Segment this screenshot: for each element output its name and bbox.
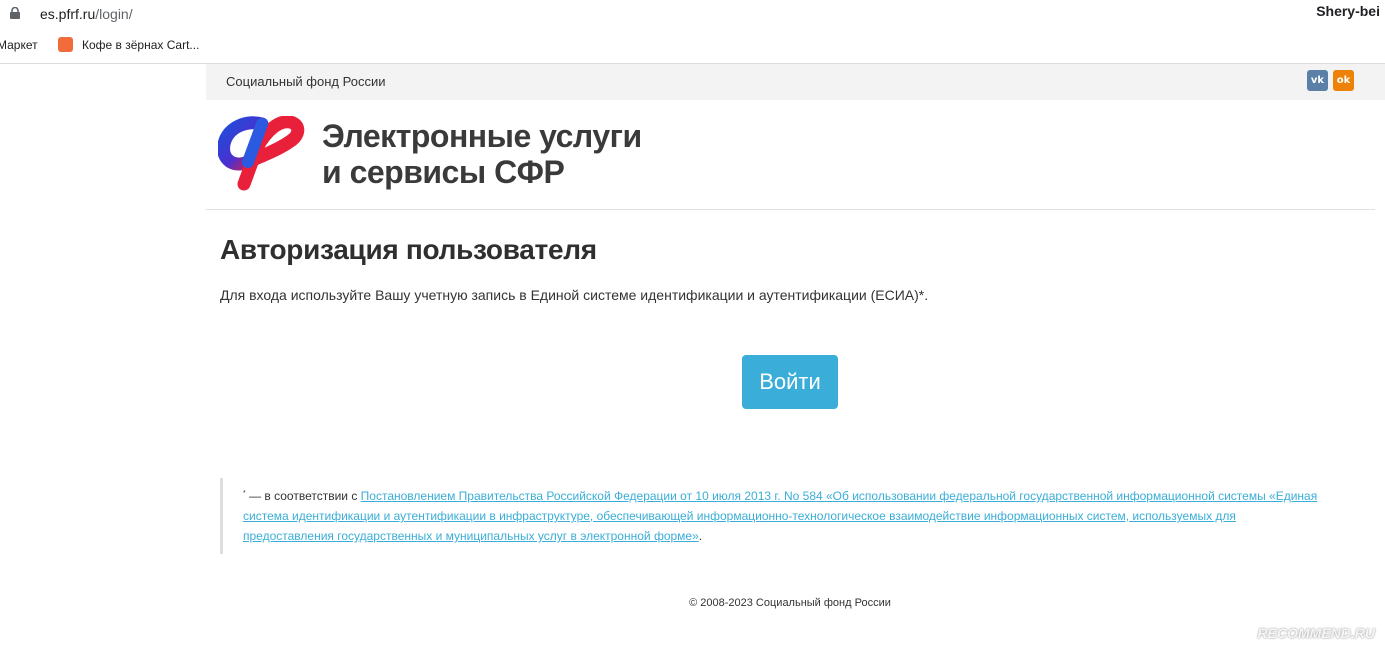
copyright: © 2008-2023 Социальный фонд России [689,597,891,609]
fund-name: Социальный фонд России [226,74,386,89]
sfr-logo-icon[interactable] [218,116,306,192]
page-title: Авторизация пользователя [220,234,597,265]
bookmark-coffee-label: Кофе в зёрнах Cart... [82,38,200,52]
site-title-line1: Электронные услуги [322,118,642,154]
watermark-logo: RECOMMEND.RU [1257,625,1375,641]
bookmark-favicon-icon [58,37,73,52]
profile-name[interactable]: Shery-bei [1316,3,1380,19]
footnote-text: * — в соответствии с Постановлением Прав… [243,486,1330,546]
bookmarks-bar: Маркет Кофе в зёрнах Cart... [0,32,1385,60]
header-divider [206,209,1375,210]
url-path: /login/ [95,6,133,22]
bookmark-market[interactable]: Маркет [0,38,38,52]
lock-icon [10,7,20,19]
url-text[interactable]: es.pfrf.ru/login/ [40,6,133,22]
url-host: es.pfrf.ru [40,6,96,22]
intro-text: Для входа используйте Вашу учетную запис… [220,287,929,303]
footnote-prefix: — в соответствии с [245,489,361,503]
vk-icon[interactable]: vk [1307,70,1328,91]
site-topbar: Социальный фонд России vk ok [206,64,1385,100]
bookmark-coffee[interactable]: Кофе в зёрнах Cart... [58,37,200,52]
address-bar[interactable]: es.pfrf.ru/login/ Shery-bei [0,0,1385,30]
site-title[interactable]: Электронные услуги и сервисы СФР [322,118,642,190]
footnote-suffix: . [698,529,703,543]
site-title-line2: и сервисы СФР [322,154,565,190]
odnoklassniki-icon[interactable]: ok [1333,70,1354,91]
resolution-link[interactable]: Постановлением Правительства Российской … [243,489,1317,543]
footnote-asterisk: * [243,490,246,497]
footnote-block: * — в соответствии с Постановлением Прав… [220,478,1330,554]
login-button[interactable]: Войти [742,355,838,409]
